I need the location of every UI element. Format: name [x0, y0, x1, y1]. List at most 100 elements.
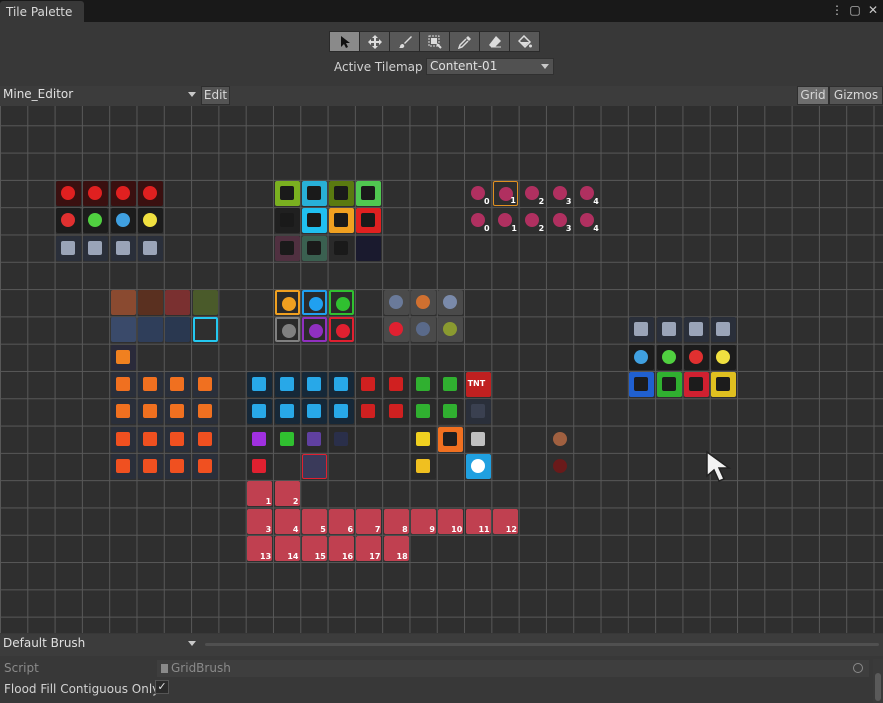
rock-tile[interactable] [165, 317, 191, 343]
ore-tile[interactable] [301, 290, 327, 316]
ore-tile[interactable] [329, 290, 355, 316]
flood-fill-checkbox[interactable]: ✓ [155, 680, 169, 694]
girder-tile[interactable] [684, 372, 709, 397]
rail-tile[interactable]: 13 [247, 535, 273, 561]
gem-tile[interactable] [274, 426, 300, 452]
rail-tile[interactable]: 18 [383, 535, 409, 561]
rail-tile[interactable]: 11 [465, 508, 491, 534]
cross-tile[interactable] [411, 426, 436, 452]
rock-tile[interactable] [192, 317, 218, 343]
gem-tile[interactable] [247, 426, 273, 452]
ground-tile[interactable] [165, 290, 191, 316]
rail-tile[interactable]: 9 [411, 508, 436, 534]
direction-tile[interactable] [383, 372, 409, 397]
direction-tile[interactable] [356, 372, 382, 397]
rock-tile[interactable] [138, 317, 163, 343]
machine-tile[interactable] [110, 235, 136, 261]
brush-dropdown[interactable]: Default Brush [0, 636, 200, 653]
tool-tile[interactable] [383, 317, 409, 343]
rail-tile[interactable]: 17 [356, 535, 382, 561]
arrow-tile[interactable] [274, 372, 300, 397]
fill-tool-button[interactable] [509, 31, 540, 52]
biome-tile[interactable] [274, 235, 300, 261]
lightning-tile[interactable] [411, 453, 436, 479]
furnace-tile[interactable] [165, 399, 191, 425]
arrow-tile[interactable] [247, 399, 273, 425]
furnace-tile[interactable] [192, 453, 218, 479]
rock-tile[interactable] [110, 317, 136, 343]
direction-tile[interactable] [438, 372, 464, 397]
tool-tile[interactable] [438, 317, 464, 343]
wire-tile[interactable]: 3 [547, 208, 573, 234]
machine-tile[interactable] [711, 317, 737, 343]
tile-palette-grid[interactable]: 0 1 2 3 4 0 1 2 3 4 TNT 1 2 3 4 5 6 7 8 9 10 11 12 13 14 15 16 17 18 [0, 106, 883, 633]
kebab-menu-icon[interactable]: ⋮ [831, 3, 843, 17]
active-tilemap-dropdown[interactable]: Content-01 [426, 58, 554, 75]
tool-tile[interactable] [411, 290, 436, 316]
eyes-tile[interactable] [438, 426, 464, 452]
tool-tile[interactable] [438, 290, 464, 316]
conveyor-tile[interactable] [138, 180, 163, 206]
ore-tile[interactable] [301, 317, 327, 343]
furnace-tile[interactable] [192, 372, 218, 397]
grid-toggle-button[interactable]: Grid [797, 86, 829, 105]
rail-tile[interactable]: 4 [274, 508, 300, 534]
machine-tile[interactable] [684, 317, 709, 343]
gem-tile[interactable] [329, 426, 355, 452]
furnace-tile[interactable] [165, 372, 191, 397]
ground-tile[interactable] [192, 290, 218, 316]
sensor-tile[interactable] [56, 208, 82, 234]
erase-tool-button[interactable] [479, 31, 510, 52]
biome-tile[interactable] [329, 180, 355, 206]
furnace-tile[interactable] [110, 426, 136, 452]
rail-tile[interactable]: 5 [301, 508, 327, 534]
select-tool-button[interactable] [329, 31, 360, 52]
biome-tile[interactable] [301, 208, 327, 234]
wire-tile[interactable]: 2 [520, 180, 546, 206]
ground-tile[interactable] [110, 290, 136, 316]
scrollbar-thumb[interactable] [875, 673, 881, 701]
furnace-tile[interactable] [138, 426, 163, 452]
direction-tile[interactable] [383, 399, 409, 425]
direction-tile[interactable] [356, 399, 382, 425]
paint-tool-button[interactable] [389, 31, 420, 52]
inspector-scrollbar[interactable] [873, 659, 883, 703]
sensor-tile[interactable] [711, 344, 737, 370]
girder-tile[interactable] [629, 372, 655, 397]
rail-tile[interactable]: 15 [301, 535, 327, 561]
arrow-tile[interactable] [301, 372, 327, 397]
machine-tile[interactable] [138, 235, 163, 261]
ore-tile[interactable] [274, 290, 300, 316]
biome-tile[interactable] [356, 235, 382, 261]
close-icon[interactable]: ✕ [867, 3, 879, 17]
machine-tile[interactable] [83, 235, 109, 261]
wire-tile[interactable]: 4 [574, 208, 600, 234]
wire-tile[interactable]: 3 [547, 180, 573, 206]
ore-tile[interactable] [329, 317, 355, 343]
ground-tile[interactable] [138, 290, 163, 316]
biome-tile[interactable] [301, 180, 327, 206]
camera-tile[interactable] [465, 426, 491, 452]
biome-tile[interactable] [329, 235, 355, 261]
arrow-tile[interactable] [247, 372, 273, 397]
sensor-tile[interactable] [656, 344, 682, 370]
maximize-icon[interactable]: ▢ [849, 3, 861, 17]
arrow-tile[interactable] [301, 399, 327, 425]
machine-tile[interactable] [656, 317, 682, 343]
wire-tile[interactable]: 0 [465, 208, 491, 234]
pick-tool-button[interactable] [449, 31, 480, 52]
sensor-tile[interactable] [83, 208, 109, 234]
furnace-tile[interactable] [110, 399, 136, 425]
conveyor-tile[interactable] [56, 180, 82, 206]
tool-tile[interactable] [383, 290, 409, 316]
arrow-tile[interactable] [329, 399, 355, 425]
tab-tile-palette[interactable]: Tile Palette [0, 1, 84, 22]
sensor-tile[interactable] [138, 208, 163, 234]
direction-tile[interactable] [411, 372, 436, 397]
arrow-tile[interactable] [274, 399, 300, 425]
furnace-tile[interactable] [192, 426, 218, 452]
girder-tile[interactable] [711, 372, 737, 397]
rail-tile[interactable]: 10 [438, 508, 464, 534]
biome-tile[interactable] [356, 208, 382, 234]
biome-tile[interactable] [274, 180, 300, 206]
